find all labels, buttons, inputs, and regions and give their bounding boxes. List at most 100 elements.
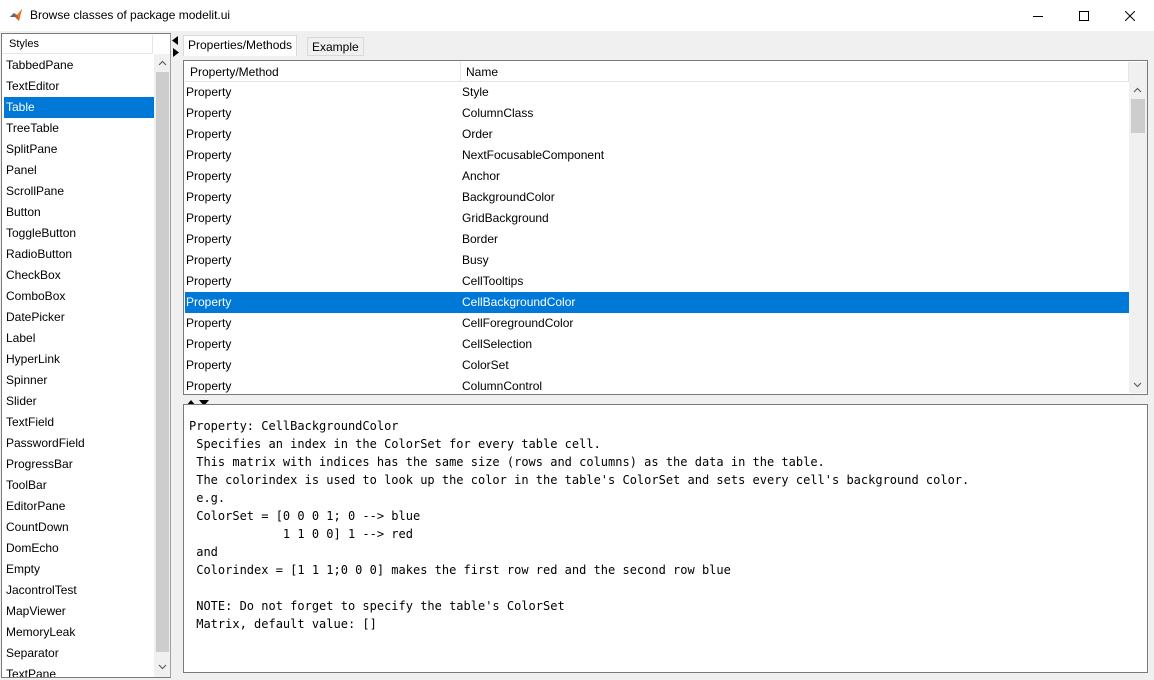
cell-property-method: Property (186, 253, 232, 267)
cell-property-method: Property (186, 127, 232, 141)
list-item[interactable]: MapViewer (4, 601, 154, 622)
cell-name: ColumnClass (462, 106, 534, 120)
maximize-button[interactable] (1061, 0, 1107, 31)
table-scroll-up-arrow[interactable] (1129, 81, 1146, 98)
table-row[interactable]: Property Anchor (185, 166, 1129, 187)
table-row[interactable]: Property ColorSet (185, 355, 1129, 376)
chevron-up-icon (158, 60, 167, 65)
close-icon (1125, 10, 1135, 21)
list-item[interactable]: DomEcho (4, 538, 154, 559)
cell-name: CellTooltips (462, 274, 524, 288)
description-line: NOTE: Do not forget to specify the table… (189, 599, 565, 613)
table-row[interactable]: Property CellSelection (185, 334, 1129, 355)
window-title: Browse classes of package modelit.ui (30, 8, 231, 22)
properties-table[interactable]: Property/Method Name Property Style Proper… (183, 60, 1148, 395)
table-row[interactable]: Property CellBackgroundColor (185, 292, 1129, 313)
list-item[interactable]: TreeTable (4, 118, 154, 139)
table-row[interactable]: Property CellForegroundColor (185, 313, 1129, 334)
tab-example[interactable]: Example (307, 37, 364, 56)
column-header-property-method[interactable]: Property/Method (185, 62, 461, 82)
list-item[interactable]: ToggleButton (4, 223, 154, 244)
cell-property-method: Property (186, 358, 232, 372)
table-row[interactable]: Property Border (185, 229, 1129, 250)
list-item[interactable]: ProgressBar (4, 454, 154, 475)
cell-property-method: Property (186, 337, 232, 351)
description-line: Specifies an index in the ColorSet for e… (189, 437, 601, 451)
cell-property-method: Property (186, 295, 232, 309)
table-row[interactable]: Property BackgroundColor (185, 187, 1129, 208)
list-item[interactable]: Panel (4, 160, 154, 181)
list-item[interactable]: SplitPane (4, 139, 154, 160)
cell-property-method: Property (186, 211, 232, 225)
cell-property-method: Property (186, 106, 232, 120)
list-item[interactable]: Slider (4, 391, 154, 412)
column-header-name[interactable]: Name (461, 62, 1129, 82)
list-item[interactable]: CountDown (4, 517, 154, 538)
description-line: This matrix with indices has the same si… (189, 455, 825, 469)
scroll-down-arrow[interactable] (154, 658, 170, 675)
table-row[interactable]: Property ColumnClass (185, 103, 1129, 124)
list-item[interactable]: MemoryLeak (4, 622, 154, 643)
table-scroll-down-arrow[interactable] (1129, 376, 1146, 393)
cell-property-method: Property (186, 85, 232, 99)
list-item[interactable]: HyperLink (4, 349, 154, 370)
cell-name: Order (462, 127, 493, 141)
list-item[interactable]: RadioButton (4, 244, 154, 265)
splitter-collapse-left[interactable] (172, 36, 179, 61)
table-row[interactable]: Property ColumnControl (185, 376, 1129, 394)
cell-property-method: Property (186, 169, 232, 183)
cell-property-method: Property (186, 190, 232, 204)
table-row[interactable]: Property GridBackground (185, 208, 1129, 229)
description-panel[interactable]: Property: CellBackgroundColor Specifies … (183, 404, 1148, 673)
list-item[interactable]: TextPane (4, 664, 154, 677)
list-item[interactable]: Table (4, 97, 154, 118)
list-item[interactable]: CheckBox (4, 265, 154, 286)
list-item[interactable]: Spinner (4, 370, 154, 391)
table-row[interactable]: Property NextFocusableComponent (185, 145, 1129, 166)
cell-name: CellBackgroundColor (462, 295, 576, 309)
list-item[interactable]: Separator (4, 643, 154, 664)
list-item[interactable]: PasswordField (4, 433, 154, 454)
list-item[interactable]: Button (4, 202, 154, 223)
cell-name: NextFocusableComponent (462, 148, 605, 162)
list-item[interactable]: TabbedPane (4, 55, 154, 76)
table-scroll-thumb[interactable] (1131, 99, 1145, 133)
maximize-icon (1079, 10, 1089, 21)
list-item[interactable]: Label (4, 328, 154, 349)
cell-property-method: Property (186, 274, 232, 288)
table-rows: Property Style Property ColumnClass Property… (185, 82, 1129, 394)
list-item[interactable]: EditorPane (4, 496, 154, 517)
list-item[interactable]: DatePicker (4, 307, 154, 328)
minimize-button[interactable] (1015, 0, 1061, 31)
close-button[interactable] (1107, 0, 1153, 31)
list-item[interactable]: Empty (4, 559, 154, 580)
styles-list-scrollbar[interactable] (154, 54, 170, 677)
table-scrollbar[interactable] (1129, 62, 1147, 393)
cell-name: GridBackground (462, 211, 549, 225)
styles-list-scroll-thumb[interactable] (156, 72, 169, 652)
tab-properties-methods[interactable]: Properties/Methods (183, 35, 298, 56)
chevron-down-icon (1133, 382, 1142, 387)
styles-list-header[interactable]: Styles (3, 35, 153, 54)
list-item[interactable]: ScrollPane (4, 181, 154, 202)
table-row[interactable]: Property Busy (185, 250, 1129, 271)
list-item[interactable]: TextField (4, 412, 154, 433)
matlab-icon (9, 8, 23, 22)
list-item[interactable]: ComboBox (4, 286, 154, 307)
styles-list[interactable]: Styles TabbedPane TextEditor Table TreeTabl… (1, 33, 171, 678)
description-line (189, 579, 969, 597)
table-row[interactable]: Property Order (185, 124, 1129, 145)
table-row[interactable]: Property CellTooltips (185, 271, 1129, 292)
cell-property-method: Property (186, 232, 232, 246)
list-item[interactable]: JacontrolTest (4, 580, 154, 601)
minimize-icon (1033, 11, 1043, 21)
scroll-up-arrow[interactable] (154, 54, 170, 71)
list-item[interactable]: ToolBar (4, 475, 154, 496)
table-row[interactable]: Property Style (185, 82, 1129, 103)
cell-name: Border (462, 232, 499, 246)
cell-property-method: Property (186, 379, 232, 393)
cell-name: Style (462, 85, 489, 99)
list-item[interactable]: TextEditor (4, 76, 154, 97)
styles-list-items: TabbedPane TextEditor Table TreeTable SplitP… (4, 55, 154, 677)
cell-property-method: Property (186, 148, 232, 162)
